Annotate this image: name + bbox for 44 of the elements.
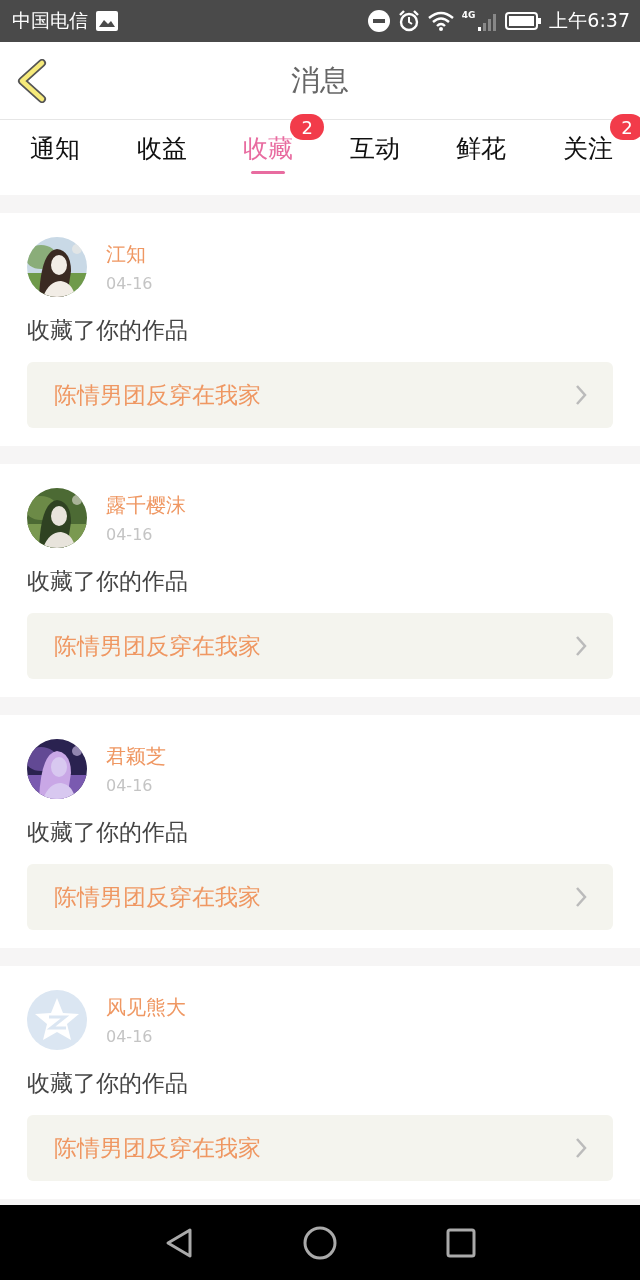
- chevron-right-icon: [575, 1137, 587, 1159]
- carrier-name: 中国电信: [12, 8, 88, 33]
- user-name[interactable]: 江知: [106, 241, 153, 268]
- tab[interactable]: 互动: [344, 120, 405, 195]
- tab[interactable]: 收益: [131, 120, 192, 195]
- chevron-right-icon: [575, 635, 587, 657]
- chevron-right-icon: [575, 384, 587, 406]
- message-text: 收藏了你的作品: [27, 316, 189, 345]
- back-icon[interactable]: [16, 59, 48, 103]
- tab[interactable]: 通知: [25, 120, 85, 195]
- user-name[interactable]: 风见熊大: [106, 994, 186, 1021]
- work-link[interactable]: 陈情男团反穿在我家: [27, 1115, 613, 1181]
- home-icon[interactable]: [303, 1225, 337, 1260]
- alarm-icon: [397, 10, 420, 32]
- clock-time: 上午6:37: [549, 8, 630, 33]
- work-title: 陈情男团反穿在我家: [54, 1133, 261, 1163]
- wifi-icon: [427, 11, 454, 31]
- work-link[interactable]: 陈情男团反穿在我家: [27, 362, 613, 428]
- network-type: 4G: [461, 10, 476, 20]
- message-date: 04-16: [106, 1027, 154, 1046]
- battery-icon: [505, 12, 542, 30]
- user-name[interactable]: 君颖芝: [106, 743, 166, 770]
- recents-icon[interactable]: [445, 1227, 476, 1258]
- message-text: 收藏了你的作品: [27, 1069, 189, 1098]
- work-link[interactable]: 陈情男团反穿在我家: [27, 613, 613, 679]
- signal-icon: [477, 11, 498, 31]
- work-link[interactable]: 陈情男团反穿在我家: [27, 864, 613, 930]
- work-title: 陈情男团反穿在我家: [54, 882, 261, 912]
- message-date: 04-16: [106, 525, 154, 544]
- image-icon: [96, 11, 118, 31]
- chevron-right-icon: [575, 886, 587, 908]
- tab[interactable]: 鲜花: [451, 120, 512, 195]
- message-date: 04-16: [106, 776, 154, 795]
- message-date: 04-16: [106, 274, 153, 293]
- default-avatar-icon: [27, 990, 87, 1050]
- message-text: 收藏了你的作品: [27, 567, 189, 596]
- work-title: 陈情男团反穿在我家: [54, 631, 261, 661]
- do-not-disturb-icon: [367, 10, 390, 32]
- page-title: 消息: [291, 61, 349, 99]
- user-name[interactable]: 露千樱沫: [106, 492, 186, 519]
- back-icon[interactable]: [164, 1226, 195, 1259]
- count-badge: 2: [609, 114, 640, 140]
- work-title: 陈情男团反穿在我家: [54, 380, 261, 410]
- message-text: 收藏了你的作品: [27, 818, 189, 847]
